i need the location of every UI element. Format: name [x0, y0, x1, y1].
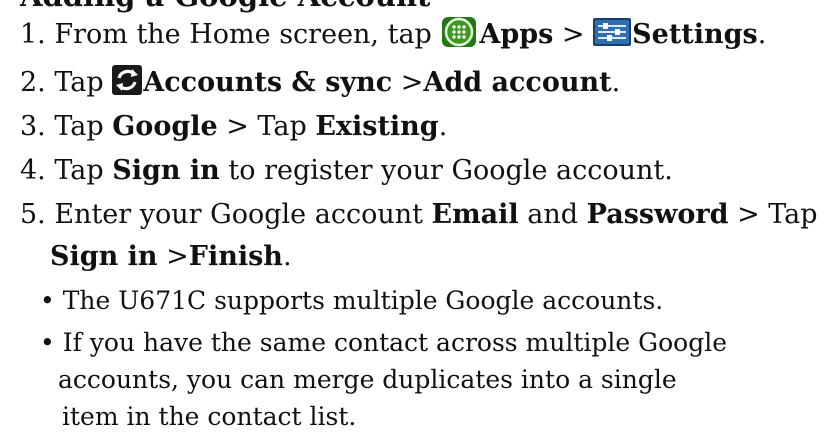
step-2-number: 2. [20, 67, 46, 98]
step-2: 2. Tap Accounts & sync >Add account. [20, 65, 621, 98]
step-1-separator: > [553, 19, 594, 50]
note-text-2-line-2: accounts, you can merge duplicates into … [58, 365, 677, 394]
note-bullet-2-cont-1: accounts, you can merge duplicates into … [58, 362, 677, 398]
finish-label: Finish [188, 241, 283, 272]
apps-grid-icon [440, 17, 478, 47]
note-text-2-line-3: item in the contact list. [62, 402, 357, 431]
settings-label: Settings [632, 19, 758, 50]
step-1-number: 1. [20, 19, 46, 50]
sign-in-label: Sign in [112, 155, 220, 186]
step-1-text: From the Home screen, tap [54, 19, 441, 50]
step-5: 5. Enter your Google account Email and P… [20, 199, 818, 230]
add-account-label: Add account [423, 67, 612, 98]
existing-label: Existing [315, 111, 439, 142]
step-1: 1. From the Home screen, tap Apps > Sett… [20, 17, 767, 50]
bullet-mark: • [40, 328, 55, 357]
accounts-sync-label: Accounts & sync [143, 67, 393, 98]
note-text-2-line-1: If you have the same contact across mult… [62, 328, 728, 357]
section-heading-text: Adding a Google Account [20, 0, 430, 13]
email-label: Email [431, 199, 519, 230]
step-5-number: 5. [20, 199, 46, 230]
note-bullet-1: • The U671C supports multiple Google acc… [40, 283, 663, 319]
sync-icon [112, 65, 143, 95]
note-text-1: The U671C supports multiple Google accou… [62, 286, 664, 315]
step-3-number: 3. [20, 111, 46, 142]
google-label: Google [112, 111, 218, 142]
sign-in-label-2: Sign in [50, 241, 158, 272]
settings-sliders-icon [593, 17, 632, 47]
note-bullet-2: • If you have the same contact across mu… [40, 325, 727, 361]
bullet-mark: • [40, 286, 55, 315]
step-5-continuation: Sign in >Finish. [50, 241, 292, 272]
note-bullet-2-cont-2: item in the contact list. [62, 399, 356, 435]
step-3: 3. Tap Google > Tap Existing. [20, 111, 448, 142]
step-4-number: 4. [20, 155, 46, 186]
manual-page: Adding a Google Account 1. From the Home… [0, 0, 832, 446]
step-4: 4. Tap Sign in to register your Google a… [20, 155, 673, 186]
section-heading: Adding a Google Account [20, 0, 430, 11]
apps-label: Apps [479, 19, 554, 50]
password-label: Password [586, 199, 729, 230]
